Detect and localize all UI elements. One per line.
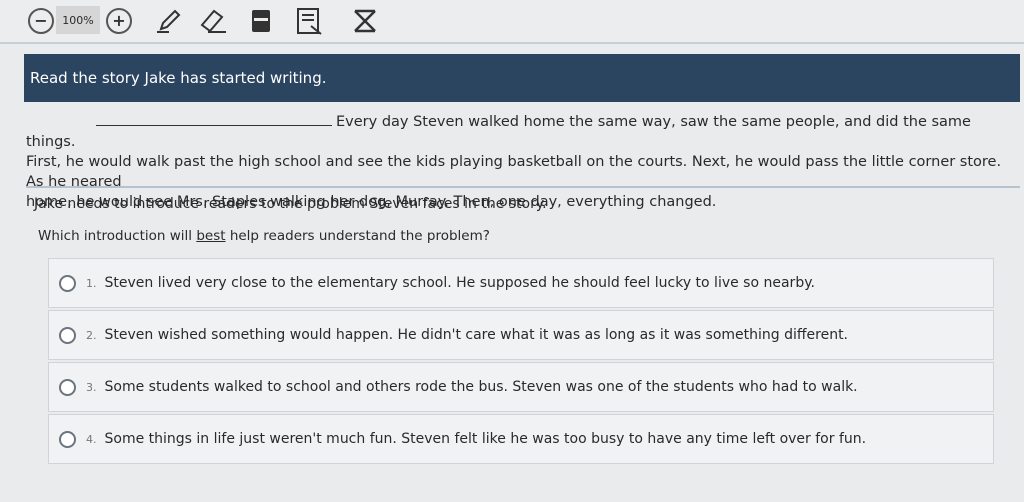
pen-icon[interactable] xyxy=(152,4,186,38)
highlighter-icon[interactable] xyxy=(244,4,278,38)
option-text: Some things in life just weren't much fu… xyxy=(104,431,867,447)
banner-text: Read the story Jake has started writing. xyxy=(30,69,327,87)
zoom-in-icon[interactable]: + xyxy=(106,8,132,34)
radio-button[interactable] xyxy=(59,430,76,448)
story-blank xyxy=(96,125,332,126)
story-line-1: Every day Steven walked home the same wa… xyxy=(26,114,971,150)
notepad-icon[interactable] xyxy=(292,4,326,38)
question-intro: Jake needs to introduce readers to the p… xyxy=(34,196,547,212)
option-text: Steven wished something would happen. He… xyxy=(104,327,849,343)
option-number: 2. xyxy=(86,328,97,342)
radio-button[interactable] xyxy=(59,274,76,292)
divider xyxy=(26,186,1020,188)
option-text: Steven lived very close to the elementar… xyxy=(104,275,815,291)
zoom-out-icon[interactable]: − xyxy=(28,8,54,34)
radio-button[interactable] xyxy=(59,378,76,396)
answer-option-1[interactable]: 1. Steven lived very close to the elemen… xyxy=(48,258,994,308)
emphasis-word: best xyxy=(196,228,226,244)
zoom-level: 100% xyxy=(56,6,100,34)
question-prompt: Which introduction will best help reader… xyxy=(38,228,490,244)
eraser-icon[interactable] xyxy=(196,4,230,38)
option-number: 1. xyxy=(86,276,97,290)
toolbar: − 100% + xyxy=(0,0,1024,44)
answer-option-3[interactable]: 3. Some students walked to school and ot… xyxy=(48,362,994,412)
strikethrough-icon[interactable] xyxy=(350,4,380,38)
radio-button[interactable] xyxy=(59,326,76,344)
option-number: 3. xyxy=(86,380,97,394)
answer-option-4[interactable]: 4. Some things in life just weren't much… xyxy=(48,414,994,464)
answer-option-2[interactable]: 2. Steven wished something would happen.… xyxy=(48,310,994,360)
option-number: 4. xyxy=(86,432,97,446)
option-text: Some students walked to school and other… xyxy=(104,379,858,395)
instruction-banner: Read the story Jake has started writing. xyxy=(24,54,1020,102)
